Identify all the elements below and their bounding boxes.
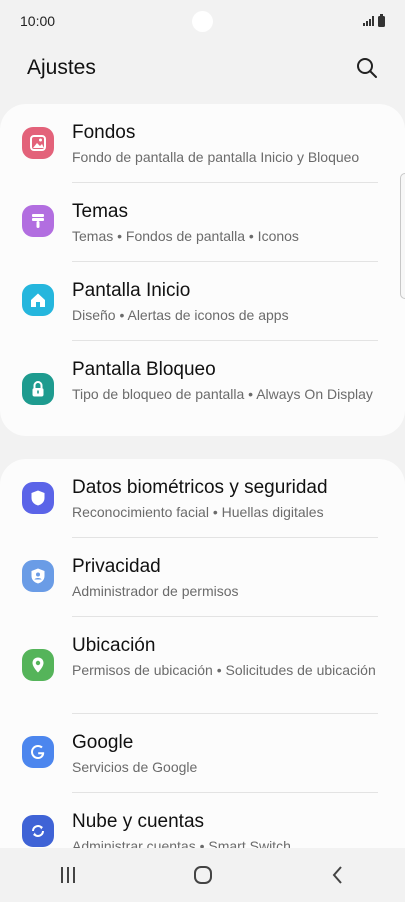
settings-item-title: Pantalla Inicio [72, 280, 191, 301]
themes-brush-icon [22, 205, 54, 237]
status-icons [363, 13, 385, 27]
settings-item-subtitle: Servicios de Google [72, 759, 198, 775]
wallpaper-icon [22, 127, 54, 159]
settings-item-title: Nube y cuentas [72, 811, 205, 832]
lock-icon [22, 373, 54, 405]
settings-list[interactable]: Fondos Fondo de pantalla de pantalla Ini… [0, 104, 405, 848]
shield-icon [22, 482, 54, 514]
settings-item-subtitle: Fondo de pantalla de pantalla Inicio y B… [72, 149, 360, 165]
settings-item-pantalla-bloqueo[interactable]: Pantalla Bloqueo Tipo de bloqueo de pant… [0, 341, 405, 436]
settings-item-title: Privacidad [72, 556, 161, 577]
settings-item-title: Google [72, 732, 134, 753]
location-pin-icon [22, 649, 54, 681]
settings-item-title: Ubicación [72, 635, 156, 656]
settings-item-temas[interactable]: Temas Temas • Fondos de pantalla • Icono… [0, 183, 405, 261]
settings-item-subtitle: Temas • Fondos de pantalla • Iconos [72, 228, 299, 244]
settings-item-subtitle: Tipo de bloqueo de pantalla • Always On … [72, 386, 373, 402]
signal-icon [363, 16, 374, 26]
settings-item-ubicacion[interactable]: Ubicación Permisos de ubicación • Solici… [0, 617, 405, 713]
header: Ajustes [0, 44, 405, 92]
settings-item-biometrics[interactable]: Datos biométricos y seguridad Reconocimi… [0, 459, 405, 537]
recents-icon [60, 867, 75, 883]
settings-group-1: Fondos Fondo de pantalla de pantalla Ini… [0, 104, 405, 436]
settings-item-subtitle: Reconocimiento facial • Huellas digitale… [72, 504, 324, 520]
settings-item-title: Datos biométricos y seguridad [72, 477, 328, 498]
navigation-bar [0, 848, 405, 902]
back-button[interactable] [318, 855, 358, 895]
settings-item-title: Pantalla Bloqueo [72, 359, 216, 380]
google-icon [22, 736, 54, 768]
settings-item-title: Temas [72, 201, 128, 222]
search-icon [357, 58, 377, 78]
privacy-shield-icon [22, 560, 54, 592]
recents-button[interactable] [48, 855, 88, 895]
battery-icon [378, 13, 385, 27]
back-icon [332, 866, 342, 884]
settings-item-subtitle: Permisos de ubicación • Solicitudes de u… [72, 662, 376, 678]
home-icon [22, 284, 54, 316]
settings-group-2: Datos biométricos y seguridad Reconocimi… [0, 459, 405, 848]
home-button[interactable] [183, 855, 223, 895]
settings-item-fondos[interactable]: Fondos Fondo de pantalla de pantalla Ini… [0, 104, 405, 182]
settings-item-privacidad[interactable]: Privacidad Administrador de permisos [0, 538, 405, 616]
status-time: 10:00 [20, 13, 56, 29]
settings-item-title: Fondos [72, 122, 136, 143]
front-camera [192, 11, 213, 32]
cloud-sync-icon [22, 815, 54, 847]
home-button-icon [193, 866, 212, 884]
search-button[interactable] [355, 56, 379, 80]
settings-item-google[interactable]: Google Servicios de Google [0, 714, 405, 792]
settings-item-subtitle: Administrar cuentas • Smart Switch [72, 838, 291, 848]
page-title: Ajustes [27, 56, 96, 79]
settings-item-pantalla-inicio[interactable]: Pantalla Inicio Diseño • Alertas de icon… [0, 262, 405, 340]
scroll-indicator[interactable] [400, 173, 405, 299]
settings-item-nube-cuentas[interactable]: Nube y cuentas Administrar cuentas • Sma… [0, 793, 405, 848]
settings-item-subtitle: Administrador de permisos [72, 583, 239, 599]
settings-item-subtitle: Diseño • Alertas de iconos de apps [72, 307, 289, 323]
